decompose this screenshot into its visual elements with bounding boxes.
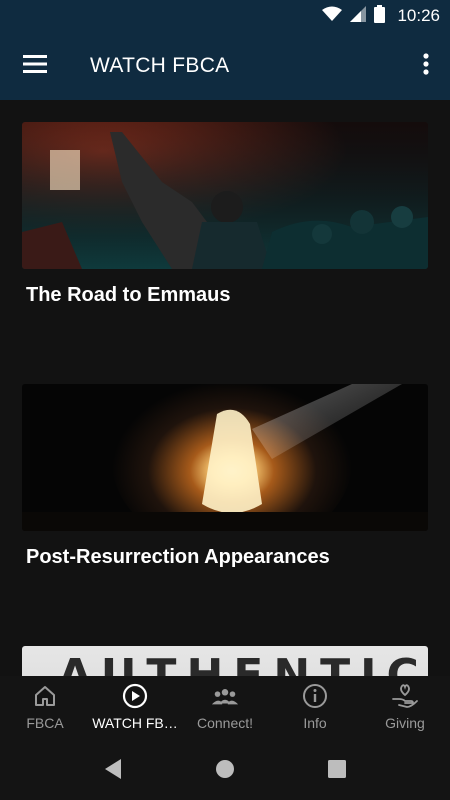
wifi-icon	[322, 6, 343, 27]
bottom-navigation: FBCA WATCH FB… Connect! Info Giving	[0, 676, 450, 742]
menu-button[interactable]	[14, 46, 56, 86]
nav-label: WATCH FB…	[92, 715, 178, 731]
recents-square-icon	[328, 759, 346, 783]
people-icon	[211, 682, 239, 710]
app-bar: WATCH FBCA	[0, 32, 450, 100]
page-title: WATCH FBCA	[90, 54, 230, 77]
nav-label: Connect!	[196, 715, 254, 731]
nav-item-watch[interactable]: WATCH FB…	[90, 676, 180, 742]
content-list: The Road to Emmaus Post-Resurrection App…	[0, 100, 450, 676]
card-image-text: AUTHENTIC	[58, 650, 428, 676]
play-circle-icon	[121, 682, 149, 710]
nav-label: FBCA	[26, 715, 64, 731]
media-card[interactable]: Post-Resurrection Appearances	[22, 384, 428, 569]
recents-button[interactable]	[325, 759, 349, 783]
media-card[interactable]: The Road to Emmaus	[22, 122, 428, 307]
cell-signal-icon	[350, 5, 367, 27]
status-bar: 10:26	[0, 0, 450, 32]
card-image-tomb-light	[22, 384, 428, 531]
nav-item-fbca[interactable]: FBCA	[0, 676, 90, 742]
nav-label: Info	[303, 715, 327, 731]
nav-item-connect[interactable]: Connect!	[180, 676, 270, 742]
home-icon	[31, 682, 59, 710]
more-vert-icon	[423, 52, 429, 80]
status-icons: 10:26	[322, 0, 440, 32]
card-title: Post-Resurrection Appearances	[26, 546, 330, 568]
nav-label: Giving	[385, 715, 425, 731]
card-image-authentic: AUTHENTIC	[22, 646, 428, 676]
battery-icon	[374, 4, 386, 28]
back-button[interactable]	[101, 758, 125, 785]
nav-item-giving[interactable]: Giving	[360, 676, 450, 742]
heart-hand-icon	[391, 682, 419, 710]
info-icon	[301, 682, 329, 710]
status-time: 10:26	[397, 6, 440, 25]
card-image-worship	[22, 122, 428, 269]
nav-item-info[interactable]: Info	[270, 676, 360, 742]
system-navigation-bar	[0, 742, 450, 800]
home-circle-icon	[215, 759, 235, 784]
card-title: The Road to Emmaus	[26, 284, 231, 306]
back-triangle-icon	[103, 758, 123, 785]
overflow-menu-button[interactable]	[414, 46, 438, 86]
home-button[interactable]	[213, 759, 237, 783]
hamburger-menu-icon	[23, 54, 47, 78]
media-card[interactable]: AUTHENTIC	[22, 646, 428, 676]
